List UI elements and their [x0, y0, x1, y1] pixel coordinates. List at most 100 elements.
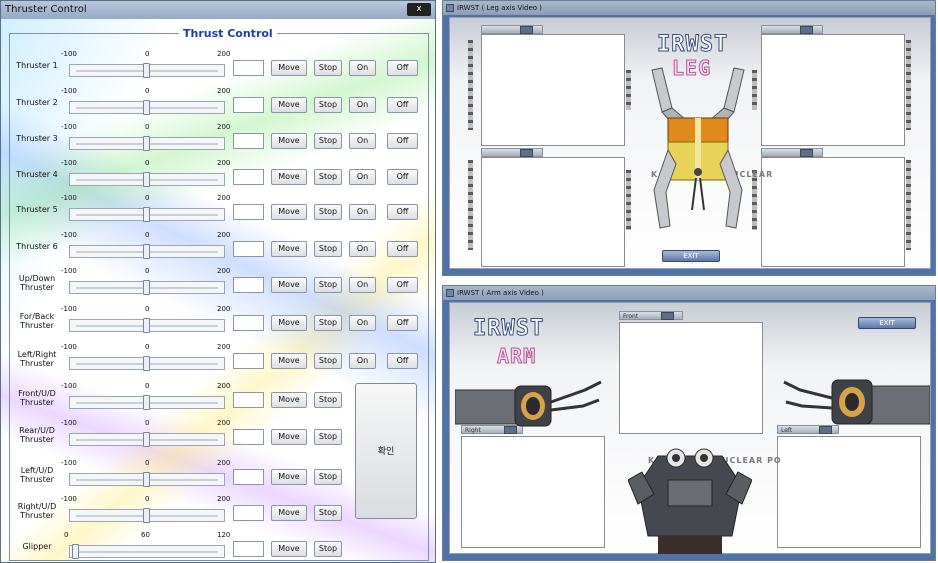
slider-thumb[interactable] — [143, 318, 150, 333]
thruster-slider[interactable] — [69, 544, 225, 559]
value-input[interactable] — [233, 277, 264, 293]
thruster-slider[interactable] — [69, 432, 225, 447]
confirm-button[interactable]: 확인 — [355, 383, 417, 519]
slider-thumb[interactable] — [143, 207, 150, 222]
thruster-slider[interactable] — [69, 395, 225, 410]
off-button[interactable]: Off — [387, 204, 418, 220]
arm-window-titlebar[interactable]: IRWST ( Arm axis Video ) — [443, 286, 935, 300]
slider-thumb[interactable] — [143, 244, 150, 259]
move-button[interactable]: Move — [271, 392, 307, 408]
move-button[interactable]: Move — [271, 277, 307, 293]
left-video-view[interactable] — [777, 436, 921, 548]
camera-icon[interactable] — [661, 312, 674, 320]
camera-icon[interactable] — [520, 149, 533, 157]
on-button[interactable]: On — [349, 204, 376, 220]
value-input[interactable] — [233, 505, 264, 521]
slider-thumb[interactable] — [143, 63, 150, 78]
slider-thumb[interactable] — [143, 136, 150, 151]
value-input[interactable] — [233, 204, 264, 220]
move-button[interactable]: Move — [271, 541, 307, 557]
thruster-slider[interactable] — [69, 356, 225, 371]
leg-window-titlebar[interactable]: IRWST ( Leg axis Video ) — [443, 1, 935, 15]
move-button[interactable]: Move — [271, 169, 307, 185]
camera-icon[interactable] — [800, 149, 813, 157]
video-tab[interactable] — [481, 25, 543, 34]
arm-exit-button[interactable]: EXIT — [858, 317, 916, 329]
stop-button[interactable]: Stop — [314, 353, 342, 369]
on-button[interactable]: On — [349, 353, 376, 369]
on-button[interactable]: On — [349, 277, 376, 293]
thruster-slider[interactable] — [69, 172, 225, 187]
thruster-slider[interactable] — [69, 207, 225, 222]
off-button[interactable]: Off — [387, 277, 418, 293]
move-button[interactable]: Move — [271, 429, 307, 445]
stop-button[interactable]: Stop — [314, 277, 342, 293]
move-button[interactable]: Move — [271, 315, 307, 331]
thruster-slider[interactable] — [69, 136, 225, 151]
thruster-slider[interactable] — [69, 63, 225, 78]
move-button[interactable]: Move — [271, 505, 307, 521]
off-button[interactable]: Off — [387, 353, 418, 369]
window-titlebar[interactable]: Thruster Control — [1, 1, 435, 19]
move-button[interactable]: Move — [271, 241, 307, 257]
thruster-slider[interactable] — [69, 244, 225, 259]
stop-button[interactable]: Stop — [314, 469, 342, 485]
video-tab[interactable] — [761, 25, 823, 34]
stop-button[interactable]: Stop — [314, 241, 342, 257]
leg-video-top-right[interactable] — [761, 34, 905, 146]
stop-button[interactable]: Stop — [314, 204, 342, 220]
value-input[interactable] — [233, 97, 264, 113]
camera-icon[interactable] — [800, 26, 813, 34]
move-button[interactable]: Move — [271, 60, 307, 76]
slider-thumb[interactable] — [143, 395, 150, 410]
thruster-slider[interactable] — [69, 100, 225, 115]
move-button[interactable]: Move — [271, 469, 307, 485]
move-button[interactable]: Move — [271, 353, 307, 369]
value-input[interactable] — [233, 392, 264, 408]
on-button[interactable]: On — [349, 169, 376, 185]
leg-exit-button[interactable]: EXIT — [662, 250, 720, 262]
off-button[interactable]: Off — [387, 169, 418, 185]
thruster-slider[interactable] — [69, 508, 225, 523]
off-button[interactable]: Off — [387, 315, 418, 331]
value-input[interactable] — [233, 429, 264, 445]
move-button[interactable]: Move — [271, 204, 307, 220]
value-input[interactable] — [233, 541, 264, 557]
on-button[interactable]: On — [349, 133, 376, 149]
on-button[interactable]: On — [349, 60, 376, 76]
slider-thumb[interactable] — [143, 172, 150, 187]
off-button[interactable]: Off — [387, 97, 418, 113]
thruster-slider[interactable] — [69, 318, 225, 333]
off-button[interactable]: Off — [387, 133, 418, 149]
value-input[interactable] — [233, 315, 264, 331]
front-video-view[interactable] — [619, 322, 763, 434]
stop-button[interactable]: Stop — [314, 97, 342, 113]
leg-video-bottom-right[interactable] — [761, 157, 905, 267]
slider-thumb[interactable] — [72, 544, 79, 559]
stop-button[interactable]: Stop — [314, 429, 342, 445]
camera-icon[interactable] — [520, 26, 533, 34]
on-button[interactable]: On — [349, 241, 376, 257]
on-button[interactable]: On — [349, 97, 376, 113]
stop-button[interactable]: Stop — [314, 169, 342, 185]
stop-button[interactable]: Stop — [314, 541, 342, 557]
video-tab[interactable] — [761, 148, 823, 157]
stop-button[interactable]: Stop — [314, 505, 342, 521]
stop-button[interactable]: Stop — [314, 60, 342, 76]
slider-thumb[interactable] — [143, 280, 150, 295]
leg-video-bottom-left[interactable] — [481, 157, 625, 267]
off-button[interactable]: Off — [387, 241, 418, 257]
thruster-slider[interactable] — [69, 472, 225, 487]
stop-button[interactable]: Stop — [314, 392, 342, 408]
value-input[interactable] — [233, 353, 264, 369]
value-input[interactable] — [233, 241, 264, 257]
stop-button[interactable]: Stop — [314, 133, 342, 149]
thruster-slider[interactable] — [69, 280, 225, 295]
move-button[interactable]: Move — [271, 133, 307, 149]
slider-thumb[interactable] — [143, 508, 150, 523]
value-input[interactable] — [233, 133, 264, 149]
move-button[interactable]: Move — [271, 97, 307, 113]
value-input[interactable] — [233, 469, 264, 485]
slider-thumb[interactable] — [143, 100, 150, 115]
slider-thumb[interactable] — [143, 472, 150, 487]
